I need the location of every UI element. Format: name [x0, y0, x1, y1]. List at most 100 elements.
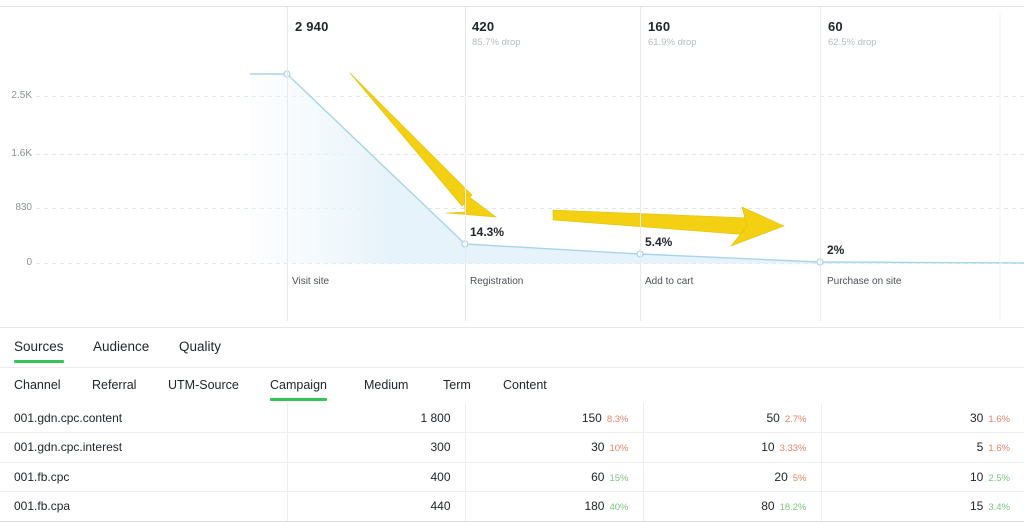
- funnel-step-registration[interactable]: 420 85.7% drop: [472, 19, 521, 49]
- tab-campaign[interactable]: Campaign: [270, 378, 327, 401]
- funnel-chart-panel: 2.5K 1.6K 830 0 2 940 Visit site 420 85.…: [0, 6, 1024, 321]
- funnel-step-value: 60: [828, 19, 843, 34]
- cell-percent: 18.2%: [779, 502, 807, 514]
- funnel-step-drop: 62.5% drop: [828, 37, 877, 48]
- tab-active-underline: [14, 360, 64, 363]
- tab-active-underline: [92, 398, 136, 401]
- cell-percent: 10%: [609, 443, 629, 455]
- table-cell-purchases: 5 1.6%: [821, 432, 1024, 463]
- analytics-funnel-page: 2.5K 1.6K 830 0 2 940 Visit site 420 85.…: [0, 0, 1024, 526]
- funnel-step-value: 160: [648, 19, 671, 34]
- tab-active-underline: [179, 360, 221, 363]
- cell-number: 20: [774, 469, 788, 484]
- tab-label: Audience: [93, 339, 150, 354]
- funnel-step-label-registration: Registration: [470, 276, 524, 287]
- cell-number: 150: [581, 410, 602, 425]
- cell-percent: 2.5%: [988, 472, 1010, 484]
- cell-percent: 3.33%: [779, 443, 807, 455]
- cell-number: 10: [761, 440, 775, 455]
- funnel-step-label-add-to-cart: Add to cart: [645, 276, 694, 287]
- y-axis-tick: 1.6K: [11, 148, 32, 159]
- cell-number: 1 800: [420, 410, 451, 425]
- table-row[interactable]: 001.gdn.cpc.content 1 800 150 8.3% 50 2.7%…: [0, 403, 1024, 433]
- cell-number: 400: [430, 469, 451, 484]
- cell-number: 300: [430, 440, 451, 455]
- tab-active-underline: [443, 398, 471, 401]
- table-cell-visits: 400: [287, 462, 466, 492]
- table-row[interactable]: 001.fb.cpc 400 60 15% 20 5% 10 2.5%: [0, 462, 1024, 492]
- table-cell-purchases: 10 2.5%: [821, 462, 1024, 492]
- tab-audience[interactable]: Audience: [93, 339, 149, 363]
- table-cell-campaign-name: 001.fb.cpa: [0, 491, 288, 522]
- tab-quality[interactable]: Quality: [179, 339, 221, 363]
- cell-number: 60: [591, 469, 605, 484]
- funnel-step-add-to-cart[interactable]: 160 61.9% drop: [648, 19, 697, 49]
- tab-sources[interactable]: Sources: [14, 339, 64, 363]
- y-axis-tick: 0: [26, 257, 32, 268]
- table-cell-purchases: 30 1.6%: [821, 403, 1024, 433]
- cell-percent: 15%: [609, 472, 629, 484]
- tab-label: Referral: [92, 378, 137, 392]
- cell-number: 30: [969, 410, 984, 425]
- tab-label: Medium: [364, 378, 409, 392]
- cell-number: 30: [591, 440, 605, 455]
- cell-number: 15: [969, 499, 984, 514]
- tab-channel[interactable]: Channel: [14, 378, 61, 401]
- funnel-step-value: 2 940: [295, 19, 329, 34]
- tab-label: Channel: [14, 378, 61, 392]
- funnel-column-divider: [640, 7, 641, 321]
- tab-label: Quality: [179, 339, 222, 354]
- funnel-step-purchase-on-site[interactable]: 60 62.5% drop: [828, 19, 877, 49]
- chart-gridlines: [36, 96, 1024, 264]
- tab-utm-source[interactable]: UTM-Source: [168, 378, 239, 401]
- funnel-chart-svg: [36, 13, 1024, 321]
- cell-percent: 1.6%: [988, 443, 1010, 455]
- table-cell-campaign-name: 001.gdn.cpc.content: [0, 403, 288, 433]
- table-cell-registrations: 150 8.3%: [465, 403, 644, 433]
- tab-term[interactable]: Term: [443, 378, 471, 401]
- funnel-step-conversion-registration: 14.3%: [470, 225, 505, 239]
- secondary-tab-bar: Channel Referral UTM-Source Campaign Med…: [0, 367, 1024, 403]
- tab-label: UTM-Source: [168, 378, 239, 392]
- tab-active-underline: [503, 398, 547, 401]
- funnel-step-conversion-add-to-cart: 5.4%: [645, 235, 673, 249]
- primary-tab-bar: Sources Audience Quality: [0, 327, 1024, 367]
- funnel-column-divider: [465, 7, 466, 321]
- table-row[interactable]: 001.fb.cpa 440 180 40% 80 18.2% 15 3.4%: [0, 491, 1024, 522]
- cell-number: 5: [976, 440, 984, 455]
- tab-active-underline: [364, 398, 408, 401]
- tab-active-underline: [168, 398, 239, 401]
- cell-percent: 1.6%: [988, 413, 1010, 425]
- table-cell-purchases: 15 3.4%: [821, 491, 1024, 522]
- tab-active-underline: [93, 360, 149, 363]
- cell-number: 80: [761, 499, 775, 514]
- table-cell-visits: 1 800: [287, 403, 466, 433]
- cell-number: 10: [969, 469, 984, 484]
- cell-number: 440: [430, 499, 451, 514]
- table-row[interactable]: 001.gdn.cpc.interest 300 30 10% 10 3.33% 5…: [0, 432, 1024, 463]
- cell-number: 180: [584, 499, 605, 514]
- funnel-step-visit-site[interactable]: 2 940: [295, 19, 329, 37]
- page-bottom-rule: [0, 521, 1024, 522]
- tab-label: Campaign: [270, 378, 327, 392]
- tab-referral[interactable]: Referral: [92, 378, 136, 401]
- cell-percent: 8.3%: [606, 413, 629, 425]
- table-cell-visits: 300: [287, 432, 466, 463]
- tab-content[interactable]: Content: [503, 378, 547, 401]
- funnel-column-divider: [820, 7, 821, 321]
- funnel-step-drop: 85.7% drop: [472, 37, 521, 48]
- table-cell-registrations: 60 15%: [465, 462, 644, 492]
- funnel-step-conversion-purchase: 2%: [827, 243, 845, 257]
- tab-label: Term: [443, 378, 471, 392]
- funnel-step-value: 420: [472, 19, 495, 34]
- cell-number: 50: [766, 410, 780, 425]
- table-cell-add-to-cart: 20 5%: [643, 462, 822, 492]
- y-axis-tick: 2.5K: [11, 90, 32, 101]
- tab-active-underline: [270, 398, 327, 401]
- tab-medium[interactable]: Medium: [364, 378, 408, 401]
- funnel-step-label-purchase: Purchase on site: [827, 276, 902, 287]
- cell-percent: 2.7%: [784, 413, 807, 425]
- funnel-area: [250, 74, 1024, 264]
- table-cell-registrations: 30 10%: [465, 432, 644, 463]
- campaign-data-table: 001.gdn.cpc.content 1 800 150 8.3% 50 2.7%…: [0, 403, 1024, 522]
